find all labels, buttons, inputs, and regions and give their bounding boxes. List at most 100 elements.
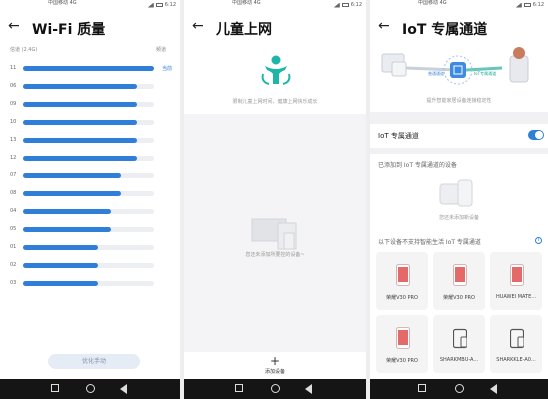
channel-number: 08: [10, 190, 17, 197]
device-card[interactable]: 荣耀V30 PRO: [376, 252, 428, 310]
channel-quality-bar: [23, 66, 154, 71]
optimize-button[interactable]: 优化手动: [48, 354, 140, 369]
channel-quality-bar: [23, 119, 137, 125]
channel-number: 01: [10, 244, 17, 250]
battery-icon: [523, 3, 531, 7]
channel-row: 09: [10, 98, 172, 110]
status-bar: 中国移动 4G 6:12: [0, 0, 180, 12]
recent-apps-icon[interactable]: [51, 384, 59, 392]
section-separator: [370, 112, 548, 124]
iot-channel-illustration: [381, 47, 529, 85]
back-triangle-icon[interactable]: [490, 384, 497, 394]
channel-number: 02: [10, 261, 17, 268]
banner-caption: 提升智能家居设备连接稳定性: [426, 98, 492, 104]
channel-quality-bar: [23, 227, 111, 233]
kids-internet-screen: 中国移动 4G 6:12 ← 儿童上网 限制儿童上网时间，健康上网快乐成长 您还…: [184, 0, 366, 399]
device-card[interactable]: HUAWEI MATE...: [490, 252, 542, 310]
channel-quality-track: [23, 245, 154, 250]
clock: 6:12: [164, 2, 176, 8]
section-separator: [370, 148, 548, 154]
page-title: IoT 专属通道: [402, 22, 488, 38]
channel-row: 10: [10, 116, 172, 128]
kids-description: 限制儿童上网时间，健康上网快乐成长: [232, 99, 318, 105]
device-name: SHARKMBU-A...: [439, 357, 479, 363]
empty-devices-icon: [251, 218, 297, 250]
iot-toggle-switch[interactable]: [528, 130, 544, 140]
channel-quality-bar: [23, 262, 98, 268]
channel-row: 07: [10, 169, 172, 181]
tablet-icon: [510, 328, 524, 349]
home-icon[interactable]: [86, 384, 95, 393]
channel-quality-track: [23, 227, 154, 233]
channel-quality-bar: [23, 137, 137, 143]
clock: 6:12: [532, 2, 544, 8]
device-list-area: 您还未添加所要控的设备~: [184, 114, 366, 352]
system-nav-bar: [0, 379, 180, 399]
page-title: Wi-Fi 质量: [32, 22, 106, 38]
channel-header-left: 信道 (2.4G): [10, 47, 38, 53]
current-channel-tag: 当前: [161, 66, 172, 72]
no-added-devices-text: 您还未添加新设备: [438, 215, 479, 221]
info-icon[interactable]: i: [535, 237, 542, 244]
added-devices-heading: 已添加到 IoT 专属通道的设备: [378, 162, 457, 169]
plus-icon[interactable]: +: [270, 355, 280, 367]
back-triangle-icon[interactable]: [120, 384, 127, 394]
channel-quality-bar: [23, 101, 137, 107]
toggle-knob: [535, 131, 543, 139]
device-card[interactable]: 荣耀V30 PRO: [376, 315, 428, 373]
back-arrow-icon[interactable]: ←: [192, 18, 204, 34]
child-person-icon: [261, 55, 291, 85]
channel-row: 01: [10, 241, 172, 253]
channel-number: 03: [10, 279, 17, 286]
phone-icon: [453, 264, 467, 286]
empty-devices-text: 您还未添加所要控的设备~: [245, 252, 305, 258]
channel-row: 12: [10, 152, 172, 164]
channel-quality-track: [23, 280, 154, 286]
channel-quality-track: [23, 155, 154, 161]
iot-channel-screen: 中国移动 4G 6:12 ← IoT 专属通道 普通通道 IoT专属通道 提升智…: [370, 0, 548, 399]
system-nav-bar: [184, 379, 366, 399]
device-name: 荣耀V30 PRO: [386, 295, 418, 301]
recent-apps-icon[interactable]: [418, 384, 426, 392]
signal-icon: [515, 2, 522, 8]
device-name: HUAWEI MATE...: [495, 294, 537, 300]
device-name: 荣耀V30 PRO: [386, 358, 418, 364]
phone-icon: [396, 327, 410, 349]
page-title: 儿童上网: [216, 22, 272, 38]
channel-number: 04: [10, 208, 17, 215]
back-triangle-icon[interactable]: [305, 384, 312, 394]
add-device-button[interactable]: 添加设备: [184, 368, 366, 375]
channel-quality-bar: [23, 155, 137, 161]
back-arrow-icon[interactable]: ←: [8, 18, 20, 34]
home-icon[interactable]: [455, 384, 464, 393]
channel-header: 信道 (2.4G) 频道: [10, 46, 166, 53]
channel-quality-track: [23, 191, 154, 197]
system-nav-bar: [370, 379, 548, 399]
device-name: SHARKKLE-A0...: [496, 357, 536, 363]
channel-quality-bar: [23, 280, 98, 286]
device-card[interactable]: SHARKKLE-A0...: [490, 315, 542, 373]
status-bar: 中国移动 4G 6:12: [370, 0, 548, 12]
wifi-quality-screen: 中国移动 4G 6:12 ← Wi-Fi 质量 信道 (2.4G) 频道 11 当…: [0, 0, 180, 399]
channel-quality-track: [23, 262, 154, 268]
recent-apps-icon[interactable]: [235, 384, 243, 392]
home-icon[interactable]: [271, 384, 280, 393]
back-arrow-icon[interactable]: ←: [378, 18, 390, 34]
carrier-label: 中国移动 4G: [48, 0, 77, 6]
clock: 6:12: [350, 2, 362, 8]
channel-quality-track: [23, 119, 154, 125]
channel-quality-bar: [23, 173, 122, 179]
channel-quality-track: [23, 66, 154, 71]
channel-row: 13: [10, 134, 172, 146]
carrier-label: 中国移动 4G: [232, 0, 261, 6]
channel-row: 05: [10, 223, 172, 235]
device-card[interactable]: 荣耀V30 PRO: [433, 252, 485, 310]
channel-header-right: 频道: [155, 47, 166, 53]
tablet-icon: [453, 328, 467, 349]
channel-row: 04: [10, 205, 172, 217]
channel-row: 08: [10, 187, 172, 199]
device-card[interactable]: SHARKMBU-A...: [433, 315, 485, 373]
channel-number: 05: [10, 226, 17, 233]
channel-quality-bar: [23, 209, 111, 215]
channel-quality-track: [23, 83, 154, 89]
